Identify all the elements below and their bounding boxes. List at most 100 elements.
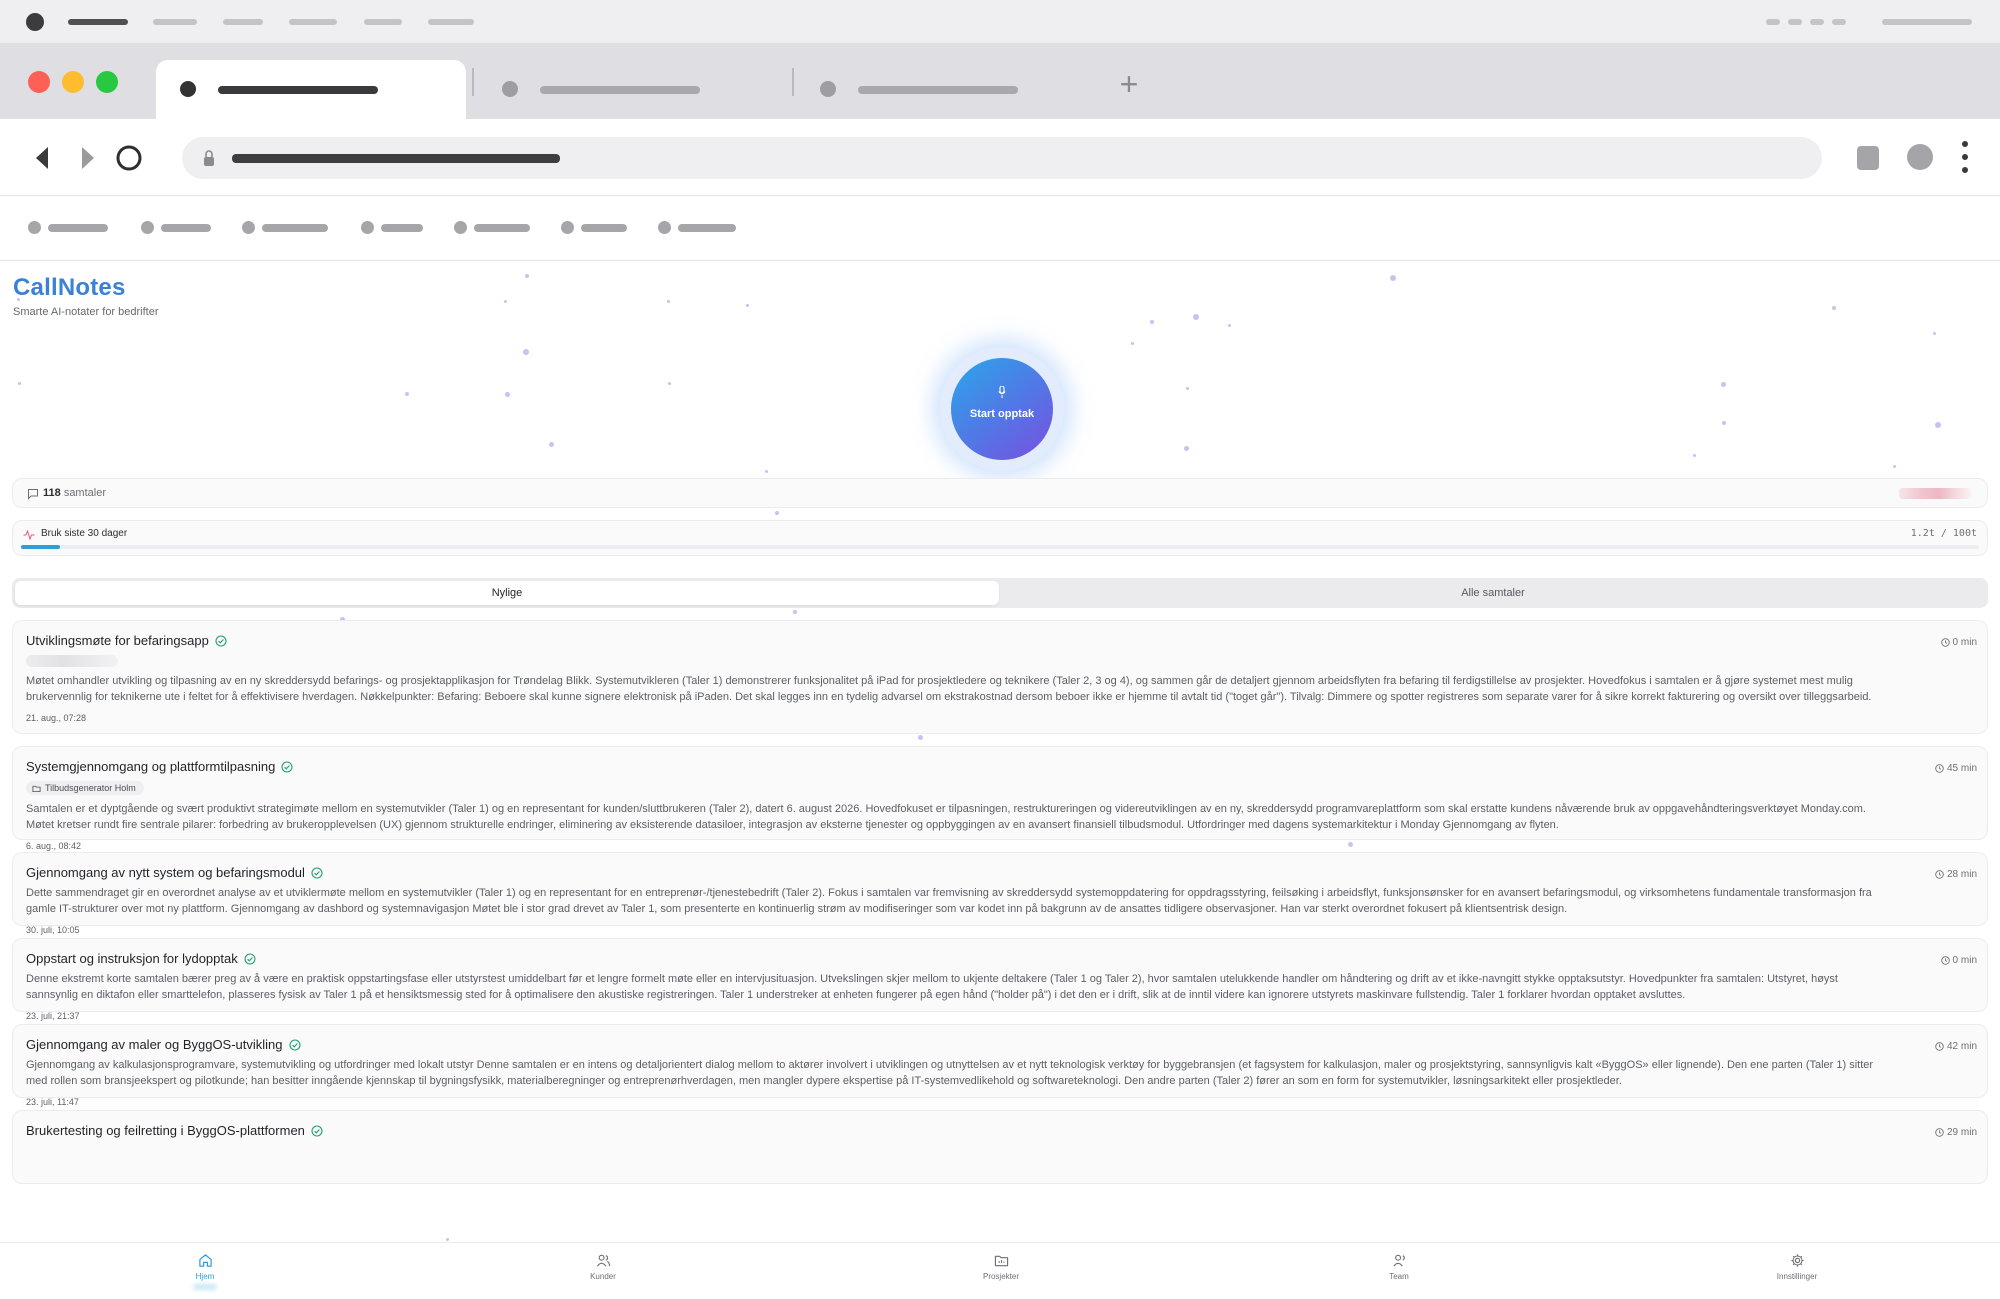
conversation-duration-text: 0 min [1952, 955, 1977, 966]
conversation-title-text: Gjennomgang av maler og ByggOS-utvikling [26, 1037, 283, 1052]
profile-avatar-icon[interactable] [1906, 143, 1934, 171]
message-square-icon [28, 489, 38, 500]
conversation-title-text: Utviklingsmøte for befaringsapp [26, 633, 209, 648]
conversation-card[interactable]: Gjennomgang av nytt system og befaringsm… [12, 852, 1988, 935]
clock-icon [1935, 764, 1944, 773]
conversation-card[interactable]: Gjennomgang av maler og ByggOS-utvikling… [12, 1024, 1988, 1107]
window-zoom-button[interactable] [96, 71, 118, 93]
nav-projects[interactable]: Prosjekter [941, 1253, 1061, 1281]
conversation-duration: 28 min [1935, 869, 1977, 880]
tab-favicon [502, 81, 518, 97]
os-status-icon[interactable] [1766, 19, 1780, 25]
tab-title [540, 86, 700, 94]
conversation-duration-text: 42 min [1946, 1041, 1977, 1052]
forward-icon[interactable] [72, 143, 102, 173]
os-menu-item[interactable] [364, 19, 402, 25]
browser-tab-active[interactable] [156, 60, 466, 119]
bookmark-item[interactable] [141, 221, 211, 234]
nav-team[interactable]: Team [1339, 1253, 1459, 1281]
conversation-card[interactable]: Oppstart og instruksjon for lydopptak 0 … [12, 938, 1988, 1021]
conversation-tabs: Nylige Alle samtaler [12, 578, 1988, 608]
conversation-date: 23. juli, 21:37 [26, 1011, 80, 1021]
os-apple-icon[interactable] [26, 13, 44, 31]
usage-value: 1.2t / 100t [1910, 528, 1977, 539]
conversation-summary: Dette sammendraget gir en overordnet ana… [26, 887, 1872, 915]
conversation-duration: 0 min [1940, 637, 1977, 648]
browser-menu-icon[interactable] [1960, 140, 1970, 174]
tab-recent[interactable]: Nylige [15, 581, 999, 605]
reload-icon[interactable] [114, 143, 144, 173]
conversation-card[interactable]: Brukertesting og feilretting i ByggOS-pl… [12, 1110, 1988, 1184]
nav-active-indicator [193, 1284, 217, 1290]
clock-icon [1935, 870, 1944, 879]
extension-icon[interactable] [1856, 145, 1880, 171]
conversation-duration-text: 28 min [1946, 869, 1977, 880]
window-minimize-button[interactable] [62, 71, 84, 93]
conversation-date: 6. aug., 08:42 [26, 841, 82, 851]
conversation-title: Utviklingsmøte for befaringsapp [26, 633, 227, 648]
nav-home-label: Hjem [195, 1272, 215, 1281]
check-circle-icon [281, 760, 293, 773]
os-menu-item[interactable] [428, 19, 474, 25]
os-status-icon[interactable] [1788, 19, 1802, 25]
conversation-duration: 42 min [1935, 1041, 1977, 1052]
bookmark-item[interactable] [242, 221, 328, 234]
project-tag[interactable]: Tilbudsgenerator Holm [26, 781, 144, 795]
os-status-icon[interactable] [1810, 19, 1824, 25]
conversation-title-text: Oppstart og instruksjon for lydopptak [26, 951, 238, 966]
conversation-card[interactable]: Utviklingsmøte for befaringsapp 0 min Mø… [12, 620, 1988, 734]
address-bar-url [232, 154, 560, 163]
brand-subtitle: Smarte AI-notater for bedrifter [13, 306, 159, 318]
tab-separator [792, 68, 794, 96]
tab-favicon [180, 81, 196, 97]
bookmark-item[interactable] [561, 221, 627, 234]
activity-icon [23, 529, 35, 541]
bookmark-item[interactable] [361, 221, 423, 234]
conversation-title-text: Brukertesting og feilretting i ByggOS-pl… [26, 1123, 305, 1138]
tab-favicon [820, 81, 836, 97]
clock-icon [1935, 1042, 1944, 1051]
check-circle-icon [215, 634, 227, 647]
bookmark-item[interactable] [454, 221, 530, 234]
start-recording-button[interactable]: Start opptak [951, 358, 1053, 460]
nav-home[interactable]: Hjem [145, 1253, 265, 1290]
conversation-title-text: Systemgjennomgang og plattformtilpasning [26, 759, 276, 774]
browser-tab[interactable] [478, 60, 788, 119]
nav-projects-label: Prosjekter [982, 1272, 1019, 1281]
tab-all-conversations[interactable]: Alle samtaler [1001, 581, 1985, 605]
conversation-title: Systemgjennomgang og plattformtilpasning [26, 759, 293, 774]
clock-icon [1940, 638, 1950, 647]
conversation-title: Brukertesting og feilretting i ByggOS-pl… [26, 1123, 323, 1138]
check-circle-icon [244, 952, 256, 965]
redacted-customer-tag [26, 655, 118, 667]
address-bar[interactable] [182, 137, 1822, 179]
back-icon[interactable] [28, 143, 58, 173]
conversation-duration: 0 min [1940, 955, 1977, 966]
gear-icon [1790, 1254, 1804, 1267]
conversation-title: Oppstart og instruksjon for lydopptak [26, 951, 256, 966]
nav-team-label: Team [1389, 1272, 1409, 1281]
new-tab-button[interactable]: + [1114, 68, 1144, 101]
os-menu-item[interactable] [223, 19, 263, 25]
tab-title [218, 86, 378, 94]
os-status-icon[interactable] [1832, 19, 1846, 25]
window-close-button[interactable] [28, 71, 50, 93]
conversation-title: Gjennomgang av nytt system og befaringsm… [26, 865, 323, 880]
tab-separator [472, 68, 474, 96]
check-circle-icon [288, 1038, 301, 1051]
conversation-summary: Denne ekstremt korte samtalen bærer preg… [26, 973, 1838, 1001]
bookmark-item[interactable] [28, 221, 108, 234]
lock-icon[interactable] [204, 150, 214, 166]
os-menu-item[interactable] [153, 19, 197, 25]
conversation-card[interactable]: Systemgjennomgang og plattformtilpasning… [12, 746, 1988, 851]
os-menu-bar [0, 0, 2000, 43]
os-menu-item[interactable] [289, 19, 337, 25]
nav-settings[interactable]: Innstillinger [1737, 1253, 1857, 1281]
conversation-title: Gjennomgang av maler og ByggOS-utvikling [26, 1037, 301, 1052]
nav-customers[interactable]: Kunder [543, 1253, 663, 1281]
os-menu-app[interactable] [68, 19, 128, 25]
browser-tab[interactable] [796, 60, 1106, 119]
conversation-title-text: Gjennomgang av nytt system og befaringsm… [26, 865, 305, 880]
conversation-duration-text: 45 min [1946, 763, 1977, 774]
bookmark-item[interactable] [658, 221, 736, 234]
